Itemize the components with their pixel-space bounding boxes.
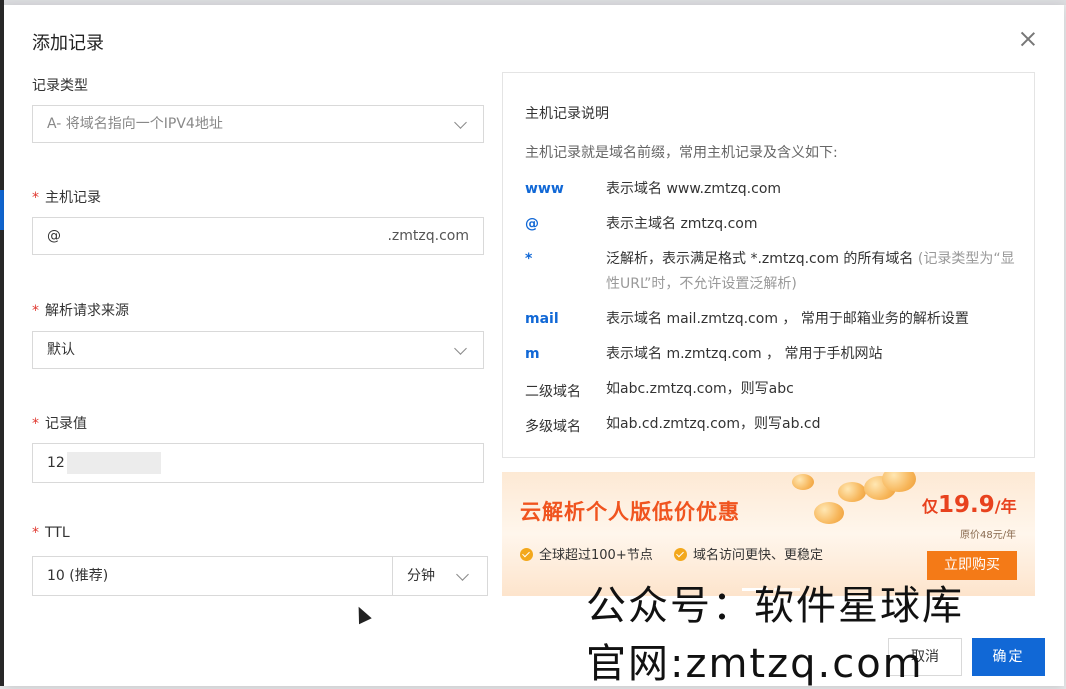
required-mark: * [32, 303, 39, 319]
domain-suffix: .zmtzq.com [387, 228, 469, 244]
help-row-key: www [525, 181, 564, 197]
coin-icon [814, 502, 844, 524]
help-row-desc: 表示主域名 zmtzq.com [606, 216, 758, 232]
chevron-down-icon [454, 116, 467, 129]
dialog-title: 添加记录 [32, 33, 104, 54]
host-record-label: * 主机记录 [32, 190, 101, 206]
coin-icon [792, 474, 814, 490]
check-icon [520, 548, 533, 561]
help-row-desc: 如abc.zmtzq.com，则写abc [606, 381, 794, 397]
host-record-help-panel: 主机记录说明 主机记录就是域名前缀，常用主机记录及含义如下: www 表示域名 … [502, 72, 1035, 458]
help-row-desc: 如ab.cd.zmtzq.com，则写ab.cd [606, 416, 821, 432]
help-row-key: 二级域名 [525, 384, 581, 400]
help-row-desc: 表示域名 m.zmtzq.com ， 常用于手机网站 [606, 346, 883, 362]
chevron-down-icon [456, 568, 469, 581]
watermark-line: 官网:zmtzq.com [586, 641, 924, 687]
help-row-key: @ [525, 216, 539, 232]
ttl-unit-value: 分钟 [407, 568, 435, 584]
host-record-value: @ [47, 228, 61, 244]
help-row-key: * [525, 251, 533, 267]
record-type-select[interactable]: A- 将域名指向一个IPV4地址 [32, 105, 484, 143]
resolve-source-label: * 解析请求来源 [32, 303, 129, 319]
redacted-area [66, 452, 161, 474]
resolve-source-value: 默认 [47, 342, 75, 358]
ttl-select[interactable]: 10 (推荐) [32, 556, 393, 596]
watermark-line: 公众号：软件星球库 [586, 583, 964, 629]
promo-feature: 全球超过100+节点 [520, 544, 653, 563]
check-icon [674, 548, 687, 561]
ttl-label: * TTL [32, 525, 70, 541]
help-row-desc: 表示域名 www.zmtzq.com [606, 181, 782, 197]
required-mark: * [32, 190, 39, 206]
ttl-unit-select[interactable]: 分钟 [392, 556, 488, 596]
close-icon[interactable] [1018, 29, 1038, 49]
help-title: 主机记录说明 [525, 106, 609, 122]
help-row-desc: 泛解析，表示满足格式 *.zmtzq.com 的所有域名 (记录类型为“显性UR… [606, 251, 1015, 292]
record-type-value: A- 将域名指向一个IPV4地址 [47, 116, 223, 132]
record-type-label: 记录类型 [32, 78, 88, 94]
help-row-key: m [525, 346, 540, 362]
help-row-key: 多级域名 [525, 419, 581, 435]
promo-price: 仅19.9/年 [922, 492, 1017, 518]
help-intro: 主机记录就是域名前缀，常用主机记录及含义如下: [525, 145, 838, 161]
record-value-text: 12 [47, 455, 65, 471]
host-record-input[interactable]: @ .zmtzq.com [32, 217, 484, 255]
required-mark: * [32, 525, 39, 541]
promo-feature: 域名访问更快、更稳定 [674, 544, 823, 563]
help-row-key: mail [525, 311, 559, 327]
ttl-value: 10 (推荐) [47, 568, 109, 584]
promo-title: 云解析个人版低价优惠 [520, 500, 740, 524]
resolve-source-select[interactable]: 默认 [32, 331, 484, 369]
help-row-desc: 表示域名 mail.zmtzq.com ， 常用于邮箱业务的解析设置 [606, 311, 969, 327]
chevron-down-icon [454, 342, 467, 355]
confirm-button[interactable]: 确定 [972, 638, 1045, 676]
coin-icon [838, 482, 866, 502]
record-value-input[interactable]: 12 [32, 443, 484, 483]
record-value-label: * 记录值 [32, 416, 87, 432]
add-record-dialog: 添加记录 记录类型 A- 将域名指向一个IPV4地址 * 主机记录 @ .zmtz… [4, 5, 1064, 687]
required-mark: * [32, 416, 39, 432]
original-price: 原价48元/年 [960, 530, 1017, 541]
